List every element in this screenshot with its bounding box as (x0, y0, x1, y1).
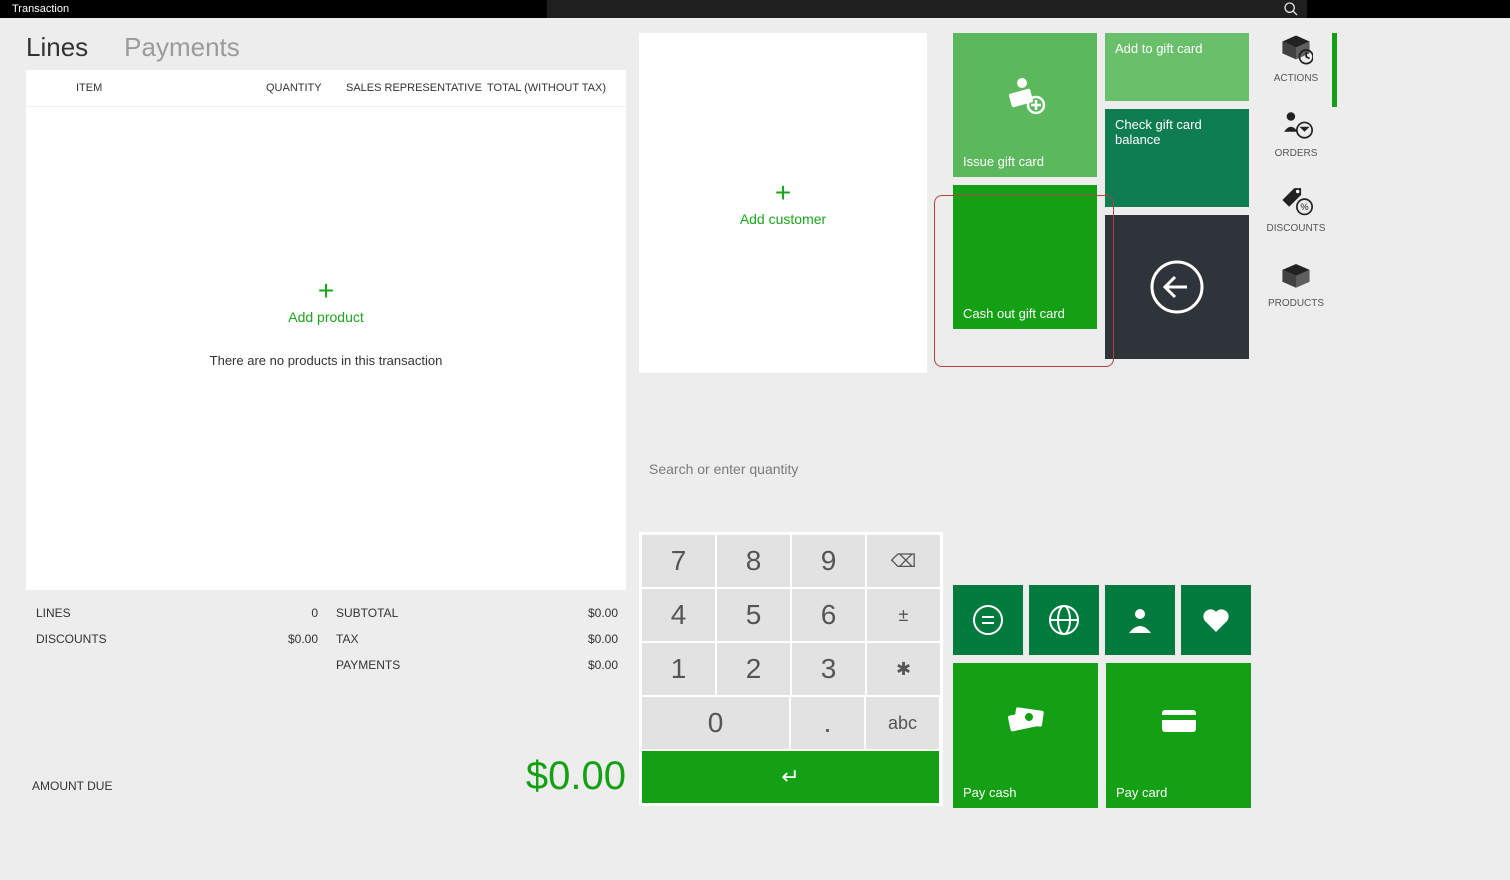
subtotal-value: $0.00 (588, 606, 618, 620)
tabs: Lines Payments (26, 32, 240, 63)
tax-label: TAX (336, 632, 358, 646)
action-globe[interactable] (1029, 585, 1099, 655)
action-heart[interactable] (1181, 585, 1251, 655)
key-0[interactable]: 0 (642, 697, 789, 749)
key-5[interactable]: 5 (717, 589, 790, 641)
key-7[interactable]: 7 (642, 535, 715, 587)
issue-gift-card-icon (963, 41, 1087, 154)
tab-payments[interactable]: Payments (124, 32, 240, 63)
lines-value: 0 (311, 606, 318, 620)
plus-icon: + (775, 179, 791, 207)
tile-add-to-gift-card[interactable]: Add to gift card (1105, 33, 1249, 101)
key-backspace[interactable]: ⌫ (867, 535, 940, 587)
equals-icon (971, 603, 1005, 637)
card-icon (1106, 663, 1251, 777)
discounts-value: $0.00 (288, 632, 318, 646)
tile-label: Issue gift card (963, 154, 1087, 169)
col-total: TOTAL (WITHOUT TAX) (486, 82, 614, 94)
key-9[interactable]: 9 (792, 535, 865, 587)
action-equals[interactable] (953, 585, 1023, 655)
key-abc[interactable]: abc (866, 697, 939, 749)
search-icon (1283, 1, 1299, 17)
discounts-icon: % (1279, 183, 1313, 217)
quick-actions (953, 585, 1251, 655)
plus-icon: + (318, 277, 334, 305)
totals-area: LINES 0 DISCOUNTS $0.00 SUBTOTAL $0.00 TAX $… (26, 600, 626, 678)
products-icon (1279, 258, 1313, 292)
key-2[interactable]: 2 (717, 643, 790, 695)
key-8[interactable]: 8 (717, 535, 790, 587)
key-3[interactable]: 3 (792, 643, 865, 695)
payments-label: PAYMENTS (336, 658, 400, 672)
tile-pay-cash[interactable]: Pay cash (953, 663, 1098, 808)
globe-icon (1047, 603, 1081, 637)
key-dot[interactable]: . (791, 697, 864, 749)
rail-actions[interactable]: ACTIONS (1274, 33, 1318, 84)
key-enter[interactable]: ↵ (642, 751, 939, 803)
col-qty: QUANTITY (266, 82, 346, 94)
empty-message: There are no products in this transactio… (210, 353, 443, 368)
tile-issue-gift-card[interactable]: Issue gift card (953, 33, 1097, 177)
add-customer-button[interactable]: + Add customer (639, 33, 927, 373)
rail-label: PRODUCTS (1268, 298, 1324, 309)
rail-label: DISCOUNTS (1267, 223, 1326, 234)
add-product-button[interactable]: + Add product There are no products in t… (26, 107, 626, 537)
add-product-label: Add product (288, 309, 364, 325)
svg-text:%: % (1300, 202, 1308, 212)
amount-due: AMOUNT DUE $0.00 (32, 754, 626, 799)
tax-value: $0.00 (588, 632, 618, 646)
rail-orders[interactable]: ORDERS (1275, 108, 1318, 159)
tile-pay-card[interactable]: Pay card (1106, 663, 1251, 808)
key-plusminus[interactable]: ± (867, 589, 940, 641)
global-search-bar[interactable] (547, 0, 1307, 18)
payments-value: $0.00 (588, 658, 618, 672)
key-6[interactable]: 6 (792, 589, 865, 641)
search-quantity-input[interactable] (639, 450, 929, 488)
pay-card-label: Pay card (1106, 777, 1251, 808)
tile-cash-out-gift-card[interactable]: Cash out gift card (953, 185, 1097, 329)
subtotal-label: SUBTOTAL (336, 606, 398, 620)
lines-label: LINES (36, 606, 71, 620)
tile-label: Cash out gift card (963, 306, 1087, 321)
keypad: 7 8 9 ⌫ 4 5 6 ± 1 2 3 ✱ 0 . abc ↵ (639, 532, 943, 806)
rail-discounts[interactable]: % DISCOUNTS (1267, 183, 1326, 234)
tile-label: Add to gift card (1115, 41, 1239, 56)
tile-back-button[interactable] (1105, 215, 1249, 359)
heart-icon (1199, 603, 1233, 637)
column-headers: ITEM QUANTITY SALES REPRESENTATIVE TOTAL… (26, 70, 626, 107)
key-4[interactable]: 4 (642, 589, 715, 641)
tile-check-gift-card-balance[interactable]: Check gift card balance (1105, 109, 1249, 207)
cash-icon (953, 663, 1098, 777)
titlebar-text: Transaction (12, 3, 69, 15)
pay-cash-label: Pay cash (953, 777, 1098, 808)
tab-lines[interactable]: Lines (26, 32, 88, 63)
right-rail: ACTIONS ORDERS % DISCOUNTS PRODUCTS (1262, 33, 1330, 309)
col-rep: SALES REPRESENTATIVE (346, 82, 486, 94)
orders-icon (1279, 108, 1313, 142)
tile-label: Check gift card balance (1115, 117, 1239, 147)
key-asterisk[interactable]: ✱ (867, 643, 940, 695)
person-icon (1123, 603, 1157, 637)
lines-panel: ITEM QUANTITY SALES REPRESENTATIVE TOTAL… (26, 70, 626, 590)
col-item: ITEM (76, 82, 266, 94)
discounts-label: DISCOUNTS (36, 632, 107, 646)
rail-label: ACTIONS (1274, 73, 1318, 84)
key-1[interactable]: 1 (642, 643, 715, 695)
rail-active-indicator (1332, 33, 1337, 107)
rail-label: ORDERS (1275, 148, 1318, 159)
rail-products[interactable]: PRODUCTS (1268, 258, 1324, 309)
amount-due-value: $0.00 (526, 754, 626, 799)
action-person[interactable] (1105, 585, 1175, 655)
actions-icon (1279, 33, 1313, 67)
add-customer-label: Add customer (740, 211, 826, 227)
amount-due-label: AMOUNT DUE (32, 779, 112, 799)
back-arrow-icon (1149, 259, 1205, 315)
